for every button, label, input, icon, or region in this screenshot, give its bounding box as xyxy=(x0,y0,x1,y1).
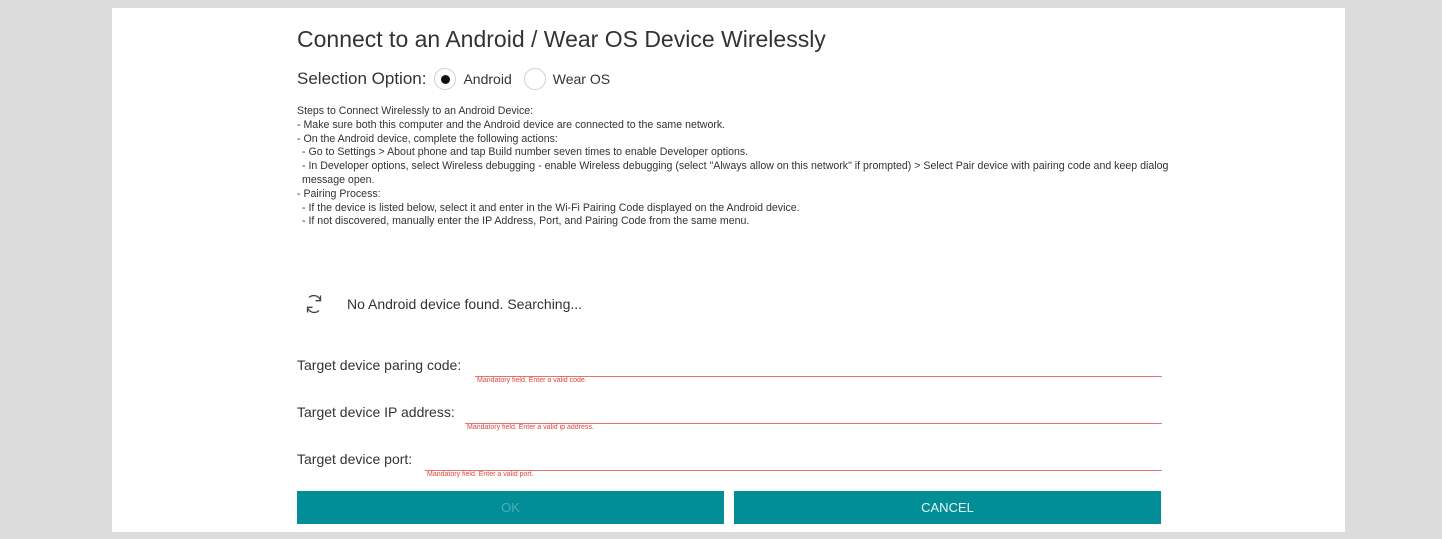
connection-steps: Steps to Connect Wirelessly to an Androi… xyxy=(297,105,1177,229)
search-status-text: No Android device found. Searching... xyxy=(347,296,583,312)
connect-dialog: Connect to an Android / Wear OS Device W… xyxy=(112,8,1345,532)
step-line: - If the device is listed below, select … xyxy=(302,201,800,214)
selection-option-group: Selection Option: Android Wear OS xyxy=(297,67,622,91)
device-search-row: No Android device found. Searching... xyxy=(302,292,582,316)
refresh-icon[interactable] xyxy=(302,292,326,316)
dialog-title: Connect to an Android / Wear OS Device W… xyxy=(297,26,826,52)
steps-heading: Steps to Connect Wirelessly to an Androi… xyxy=(297,105,534,117)
android-radio-label[interactable]: Android xyxy=(463,71,511,87)
step-line: - If not discovered, manually enter the … xyxy=(302,215,750,228)
step-line: - Make sure both this computer and the A… xyxy=(297,118,726,131)
ip-address-field: Target device IP address: Mandatory fiel… xyxy=(297,404,1162,436)
step-line: - Go to Settings > About phone and tap B… xyxy=(302,146,749,159)
cancel-button[interactable]: CANCEL xyxy=(734,491,1161,524)
step-line: - Pairing Process: xyxy=(297,187,381,200)
pairing-code-label: Target device paring code: xyxy=(297,357,462,373)
ip-address-error: Mandatory field. Enter a valid ip addres… xyxy=(467,424,594,431)
port-field: Target device port: Mandatory field. Ent… xyxy=(297,451,1162,483)
port-label: Target device port: xyxy=(297,451,413,467)
wear-os-radio-button[interactable] xyxy=(523,68,546,90)
wear-os-radio-option[interactable]: Wear OS xyxy=(523,68,610,90)
step-line: - On the Android device, complete the fo… xyxy=(297,132,558,145)
pairing-code-input[interactable] xyxy=(475,357,1162,377)
pairing-code-field: Target device paring code: Mandatory fie… xyxy=(297,357,1162,389)
port-error: Mandatory field. Enter a valid port. xyxy=(427,471,534,478)
port-input[interactable] xyxy=(425,451,1162,471)
android-radio-option[interactable]: Android xyxy=(434,68,512,90)
wear-os-radio-label[interactable]: Wear OS xyxy=(553,71,610,87)
pairing-code-error: Mandatory field. Enter a valid code. xyxy=(477,377,587,384)
selection-option-label: Selection Option: xyxy=(297,69,427,88)
ip-address-label: Target device IP address: xyxy=(297,404,455,420)
radio-selected-dot xyxy=(440,74,450,84)
ok-button[interactable]: OK xyxy=(297,491,724,524)
step-line: - In Developer options, select Wireless … xyxy=(302,160,1169,186)
android-radio-button[interactable] xyxy=(434,68,457,90)
ip-address-input[interactable] xyxy=(465,404,1162,424)
